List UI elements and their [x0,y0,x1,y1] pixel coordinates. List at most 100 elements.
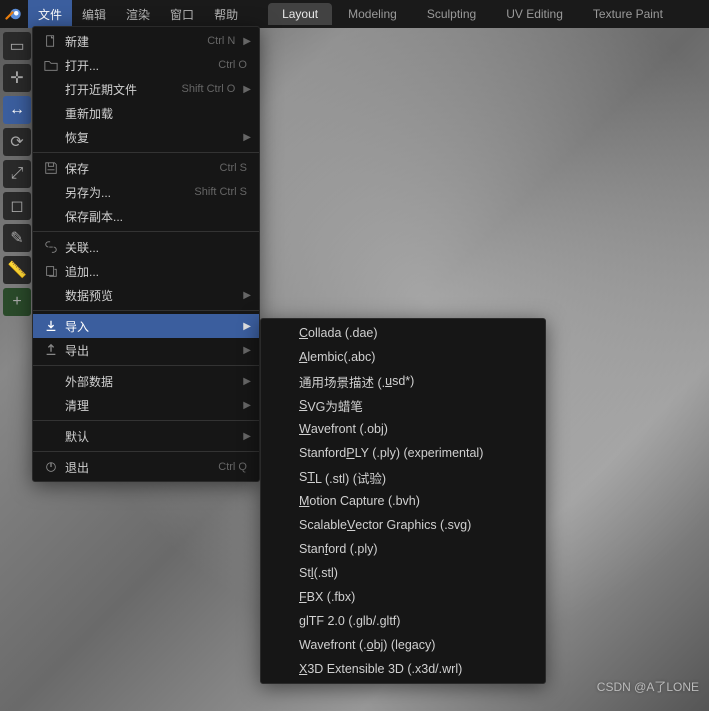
menu-编辑[interactable]: 编辑 [72,0,116,28]
submenu-arrow-icon: ▶ [239,400,251,411]
menu-item-label: 重新加载 [61,105,251,122]
menu-item-默认[interactable]: 默认▶ [33,424,259,448]
menu-item-label: 导入 [61,318,239,335]
import-option[interactable]: Scalable Vector Graphics (.svg) [261,513,545,537]
tool-transform[interactable]: ◻ [3,192,31,220]
import-option[interactable]: Motion Capture (.bvh) [261,489,545,513]
import-option[interactable]: FBX (.fbx) [261,585,545,609]
import-option[interactable]: 通用场景描述 (.usd*) [261,369,545,393]
menu-item-追加...[interactable]: 追加... [33,259,259,283]
import-option[interactable]: Collada (.dae) [261,321,545,345]
import-option[interactable]: Alembic(.abc) [261,345,545,369]
menu-item-导入[interactable]: 导入▶ [33,314,259,338]
menu-item-关联...[interactable]: 关联... [33,235,259,259]
menu-item-label: 打开... [61,57,218,74]
menu-item-清理[interactable]: 清理▶ [33,393,259,417]
menu-item-保存副本...[interactable]: 保存副本... [33,204,259,228]
tool-select-box[interactable]: ▭ [3,32,31,60]
tool-measure[interactable]: 📏 [3,256,31,284]
menu-渲染[interactable]: 渲染 [116,0,160,28]
menu-item-label: 新建 [61,33,207,50]
import-option[interactable]: glTF 2.0 (.glb/.gltf) [261,609,545,633]
shortcut-label: Ctrl N [207,35,239,47]
workspace-tab-modeling[interactable]: Modeling [334,3,411,25]
tool-annotate[interactable]: ✎ [3,224,31,252]
menu-item-label: 清理 [61,397,239,414]
submenu-arrow-icon: ▶ [239,321,251,332]
menu-item-恢复[interactable]: 恢复▶ [33,125,259,149]
tool-move[interactable]: ↔ [3,96,31,124]
menu-item-label: 导出 [61,342,239,359]
menu-item-label: 数据预览 [61,287,239,304]
shortcut-label: Ctrl Q [218,461,251,473]
submenu-arrow-icon: ▶ [239,290,251,301]
separator [33,420,259,421]
menu-item-label: 外部数据 [61,373,239,390]
separator [33,365,259,366]
menu-item-label: 默认 [61,428,239,445]
import-option[interactable]: SVG为蜡笔 [261,393,545,417]
separator [33,451,259,452]
shortcut-label: Ctrl S [220,162,252,174]
blender-logo-icon[interactable] [0,0,28,28]
separator [33,152,259,153]
workspace-tab-sculpting[interactable]: Sculpting [413,3,490,25]
separator [33,310,259,311]
import-option[interactable]: Wavefront (.obj) (legacy) [261,633,545,657]
menu-item-退出[interactable]: 退出Ctrl Q [33,455,259,479]
tool-scale[interactable]: ⤢ [3,160,31,188]
menu-item-重新加载[interactable]: 重新加载 [33,101,259,125]
menu-窗口[interactable]: 窗口 [160,0,204,28]
shortcut-label: Ctrl O [218,59,251,71]
submenu-arrow-icon: ▶ [239,376,251,387]
separator [33,231,259,232]
import-icon [41,319,61,333]
import-option[interactable]: STL (.stl) (试验) [261,465,545,489]
submenu-arrow-icon: ▶ [239,36,251,47]
top-bar: 文件编辑渲染窗口帮助 LayoutModelingSculptingUV Edi… [0,0,709,28]
menu-item-label: 追加... [61,263,251,280]
menu-item-label: 保存副本... [61,208,251,225]
shortcut-label: Shift Ctrl S [194,186,251,198]
menu-item-另存为...[interactable]: 另存为...Shift Ctrl S [33,180,259,204]
new-icon [41,34,61,48]
import-option[interactable]: Wavefront (.obj) [261,417,545,441]
tool-rotate[interactable]: ⟳ [3,128,31,156]
submenu-arrow-icon: ▶ [239,132,251,143]
menu-item-label: 退出 [61,459,218,476]
workspace-tab-uv-editing[interactable]: UV Editing [492,3,577,25]
menu-item-导出[interactable]: 导出▶ [33,338,259,362]
import-option[interactable]: Stanford PLY (.ply) (experimental) [261,441,545,465]
link-icon [41,240,61,254]
menu-item-数据预览[interactable]: 数据预览▶ [33,283,259,307]
import-submenu: Collada (.dae)Alembic(.abc)通用场景描述 (.usd*… [260,318,546,684]
submenu-arrow-icon: ▶ [239,345,251,356]
submenu-arrow-icon: ▶ [239,431,251,442]
menu-item-新建[interactable]: 新建Ctrl N▶ [33,29,259,53]
shortcut-label: Shift Ctrl O [182,83,240,95]
file-dropdown: 新建Ctrl N▶打开...Ctrl O打开近期文件Shift Ctrl O▶重… [32,26,260,482]
menu-item-保存[interactable]: 保存Ctrl S [33,156,259,180]
workspace-tab-layout[interactable]: Layout [268,3,332,25]
watermark: CSDN @A了LONE [597,678,699,695]
menu-item-外部数据[interactable]: 外部数据▶ [33,369,259,393]
menu-item-打开...[interactable]: 打开...Ctrl O [33,53,259,77]
append-icon [41,264,61,278]
import-option[interactable]: X3D Extensible 3D (.x3d/.wrl) [261,657,545,681]
import-option[interactable]: Stl (.stl) [261,561,545,585]
quit-icon [41,460,61,474]
tool-add[interactable]: + [3,288,31,316]
menu-item-label: 另存为... [61,184,194,201]
export-icon [41,343,61,357]
toolbar-left: ▭ ✛ ↔ ⟳ ⤢ ◻ ✎ 📏 + [3,32,31,316]
menu-item-label: 保存 [61,160,220,177]
menu-item-label: 打开近期文件 [61,81,182,98]
workspace-tab-texture-paint[interactable]: Texture Paint [579,3,677,25]
menu-item-打开近期文件[interactable]: 打开近期文件Shift Ctrl O▶ [33,77,259,101]
menu-文件[interactable]: 文件 [28,0,72,28]
menu-帮助[interactable]: 帮助 [204,0,248,28]
import-option[interactable]: Stanford (.ply) [261,537,545,561]
tool-cursor[interactable]: ✛ [3,64,31,92]
submenu-arrow-icon: ▶ [239,84,251,95]
folder-icon [41,58,61,72]
